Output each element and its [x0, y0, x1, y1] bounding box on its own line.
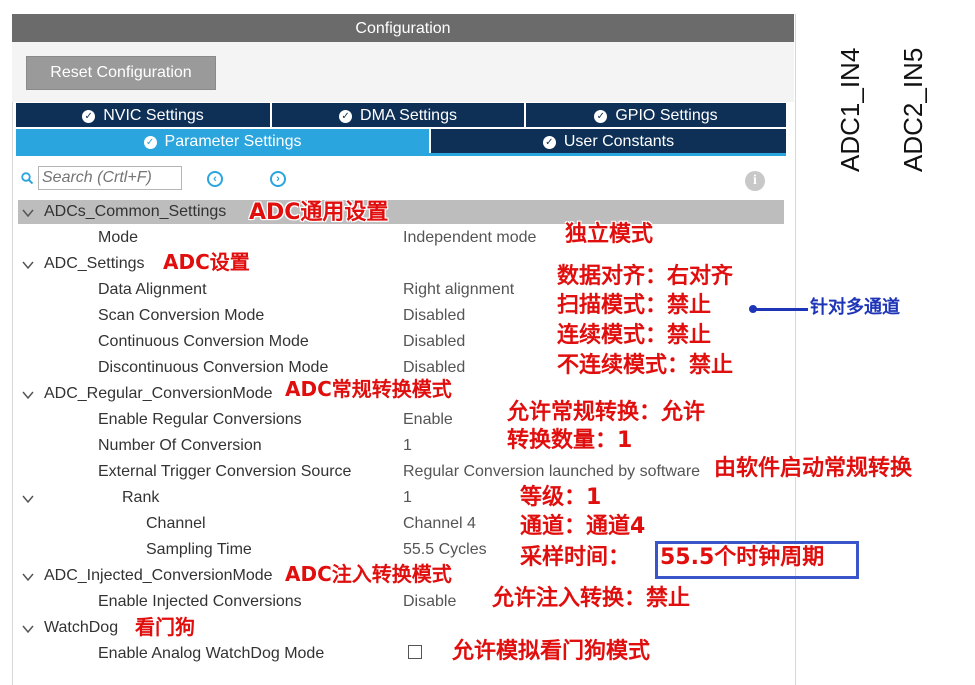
param-label-enable-regular: Enable Regular Conversions	[98, 411, 302, 428]
chevron-down-icon[interactable]	[22, 259, 34, 271]
tree-group-watchdog[interactable]: WatchDog	[44, 618, 118, 638]
param-value-number-of-conversion[interactable]: 1	[403, 436, 412, 456]
annotation-alignment: 数据对齐：右对齐	[557, 264, 734, 289]
tab-nvic-settings[interactable]: ✓ NVIC Settings	[16, 103, 272, 127]
annotation-channel: 通道：通道4	[520, 514, 646, 539]
chevron-down-icon[interactable]	[22, 623, 34, 635]
param-label-discontinuous-conversion: Discontinuous Conversion Mode	[98, 359, 329, 376]
param-label-enable-injected: Enable Injected Conversions	[98, 593, 302, 610]
annotation-rank: 等级：1	[520, 485, 602, 510]
tab-dma-settings[interactable]: ✓ DMA Settings	[272, 103, 526, 127]
search-icon	[21, 172, 33, 184]
annotation-watchdog: 看门狗	[135, 615, 195, 639]
reset-configuration-button[interactable]: Reset Configuration	[26, 56, 216, 90]
pin-label-adc2-in5: ADC2_IN5	[898, 47, 928, 172]
param-label-channel: Channel	[146, 515, 206, 532]
annotation-sampling-value: 55.5个时钟周期	[660, 545, 825, 570]
tree-group-adc-regular-conversion[interactable]: ADC_Regular_ConversionMode	[44, 384, 273, 404]
annotation-scan-note: 针对多通道	[810, 297, 900, 318]
param-label-enable-analog-watchdog: Enable Analog WatchDog Mode	[98, 645, 325, 662]
annotation-sampling: 采样时间：	[520, 545, 631, 570]
annotation-enable-injected: 允许注入转换：禁止	[492, 586, 691, 611]
param-value-discontinuous-conversion[interactable]: Disabled	[403, 358, 465, 378]
tree-group-rank[interactable]: Rank	[122, 488, 159, 508]
param-label-external-trigger: External Trigger Conversion Source	[98, 463, 352, 480]
annotation-trigger: 由软件启动常规转换	[714, 456, 913, 481]
param-value-rank[interactable]: 1	[403, 488, 412, 508]
tree-group-adcs-common-settings[interactable]: ADCs_Common_Settings	[44, 202, 226, 222]
check-circle-icon: ✓	[542, 136, 556, 149]
tab-user-constants[interactable]: ✓ User Constants	[431, 129, 786, 154]
previous-result-button[interactable]: ‹	[207, 171, 223, 187]
tab-underline	[16, 153, 786, 156]
tree-group-adc-injected-conversion[interactable]: ADC_Injected_ConversionMode	[44, 566, 273, 586]
tab-parameter-settings[interactable]: ✓ Parameter Settings	[16, 129, 431, 154]
pin-label-adc1-in4: ADC1_IN4	[835, 47, 865, 172]
param-value-mode[interactable]: Independent mode	[403, 228, 536, 248]
panel-title: Configuration	[355, 20, 451, 37]
tree-group-adc-settings[interactable]: ADC_Settings	[44, 254, 145, 274]
check-circle-icon: ✓	[594, 110, 608, 123]
param-label-number-of-conversion: Number Of Conversion	[98, 437, 262, 454]
panel-title-bar: Configuration	[12, 14, 794, 42]
param-value-enable-injected[interactable]: Disable	[403, 592, 456, 612]
chevron-right-icon: ›	[276, 173, 280, 185]
info-icon[interactable]: i	[745, 171, 765, 191]
annotation-num-conversion: 转换数量：1	[507, 428, 633, 453]
arrow-line	[752, 308, 808, 311]
param-label-data-alignment: Data Alignment	[98, 281, 207, 298]
param-label-scan-conversion: Scan Conversion Mode	[98, 307, 265, 324]
annotation-continuous: 连续模式：禁止	[557, 323, 712, 348]
param-value-external-trigger[interactable]: Regular Conversion launched by software	[403, 462, 700, 482]
annotation-mode: 独立模式	[565, 222, 654, 247]
chevron-down-icon[interactable]	[22, 207, 34, 219]
param-value-channel[interactable]: Channel 4	[403, 514, 476, 534]
param-label-sampling-time: Sampling Time	[146, 541, 252, 558]
chevron-down-icon[interactable]	[22, 493, 34, 505]
tab-label: GPIO Settings	[615, 107, 718, 124]
check-circle-icon: ✓	[82, 110, 96, 123]
tab-label: Parameter Settings	[164, 133, 302, 150]
chevron-left-icon: ‹	[213, 173, 217, 185]
tab-gpio-settings[interactable]: ✓ GPIO Settings	[526, 103, 786, 127]
tab-label: DMA Settings	[360, 107, 457, 124]
tab-label: NVIC Settings	[103, 107, 204, 124]
search-input[interactable]	[38, 166, 182, 190]
annotation-injected-mode: ADC注入转换模式	[285, 562, 452, 586]
param-label-continuous-conversion: Continuous Conversion Mode	[98, 333, 309, 350]
annotation-adc-settings: ADC设置	[163, 250, 250, 274]
param-label-mode: Mode	[98, 229, 139, 246]
annotation-enable-regular: 允许常规转换：允许	[507, 400, 706, 425]
param-value-sampling-time[interactable]: 55.5 Cycles	[403, 540, 487, 560]
param-value-continuous-conversion[interactable]: Disabled	[403, 332, 465, 352]
annotation-regular-mode: ADC常规转换模式	[285, 377, 452, 401]
annotation-common-settings: ADC通用设置	[249, 200, 389, 225]
tab-label: User Constants	[563, 133, 675, 150]
annotation-discontinuous: 不连续模式：禁止	[557, 353, 734, 378]
top-right-fragment	[808, 8, 948, 36]
chevron-down-icon[interactable]	[22, 571, 34, 583]
annotation-scan: 扫描模式：禁止	[557, 293, 712, 318]
analog-watchdog-checkbox[interactable]	[408, 645, 422, 659]
param-value-data-alignment[interactable]: Right alignment	[403, 280, 514, 300]
check-circle-icon: ✓	[339, 110, 353, 123]
annotation-enable-watchdog: 允许模拟看门狗模式	[452, 639, 651, 664]
param-value-enable-regular[interactable]: Enable	[403, 410, 453, 430]
chevron-down-icon[interactable]	[22, 389, 34, 401]
next-result-button[interactable]: ›	[270, 171, 286, 187]
check-circle-icon: ✓	[143, 136, 157, 149]
param-value-scan-conversion[interactable]: Disabled	[403, 306, 465, 326]
